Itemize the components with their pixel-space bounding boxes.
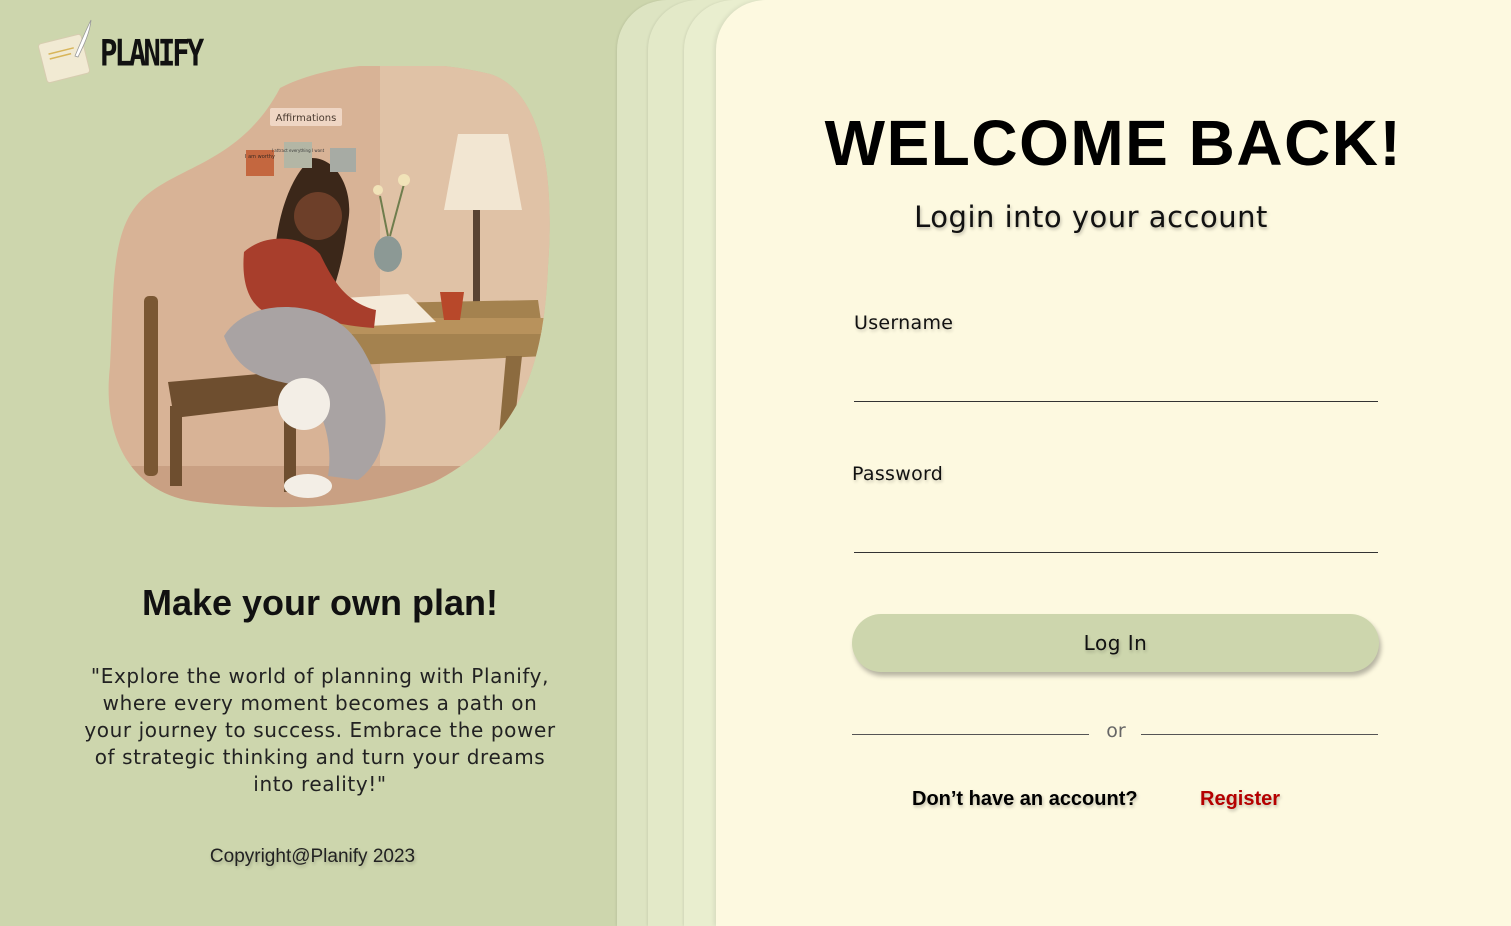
welcome-title: WELCOME BACK! [824, 107, 1403, 179]
sticky-note-2: I attract everything I want [272, 148, 325, 153]
affirmations-note: Affirmations [276, 113, 337, 124]
register-link[interactable]: Register [1200, 788, 1280, 811]
divider-line-left [852, 734, 1089, 735]
username-input[interactable] [854, 362, 1378, 402]
tagline: Make your own plan! [141, 582, 499, 623]
woman-writing-at-desk-illustration: Affirmations I am worthy I attract every… [108, 66, 552, 510]
left-panel: PLANIFY Affirmations I am worthy I attra… [0, 0, 640, 926]
login-button[interactable]: Log In [852, 614, 1379, 672]
username-label: Username [854, 312, 954, 334]
notepad-quill-icon [36, 18, 98, 84]
login-subtitle: Login into your account [914, 200, 1268, 234]
password-label: Password [852, 463, 944, 485]
sticky-note-1: I am worthy [245, 154, 275, 160]
divider-line-right [1141, 734, 1378, 735]
divider-or: or [1106, 720, 1126, 742]
copyright-text: Copyright@Planify 2023 [209, 846, 416, 867]
register-prompt: Don’t have an account? [912, 788, 1138, 810]
promo-quote: "Explore the world of planning with Plan… [84, 664, 556, 796]
login-card: WELCOME BACK! Login into your account Us… [716, 0, 1511, 926]
password-input[interactable] [854, 513, 1378, 553]
